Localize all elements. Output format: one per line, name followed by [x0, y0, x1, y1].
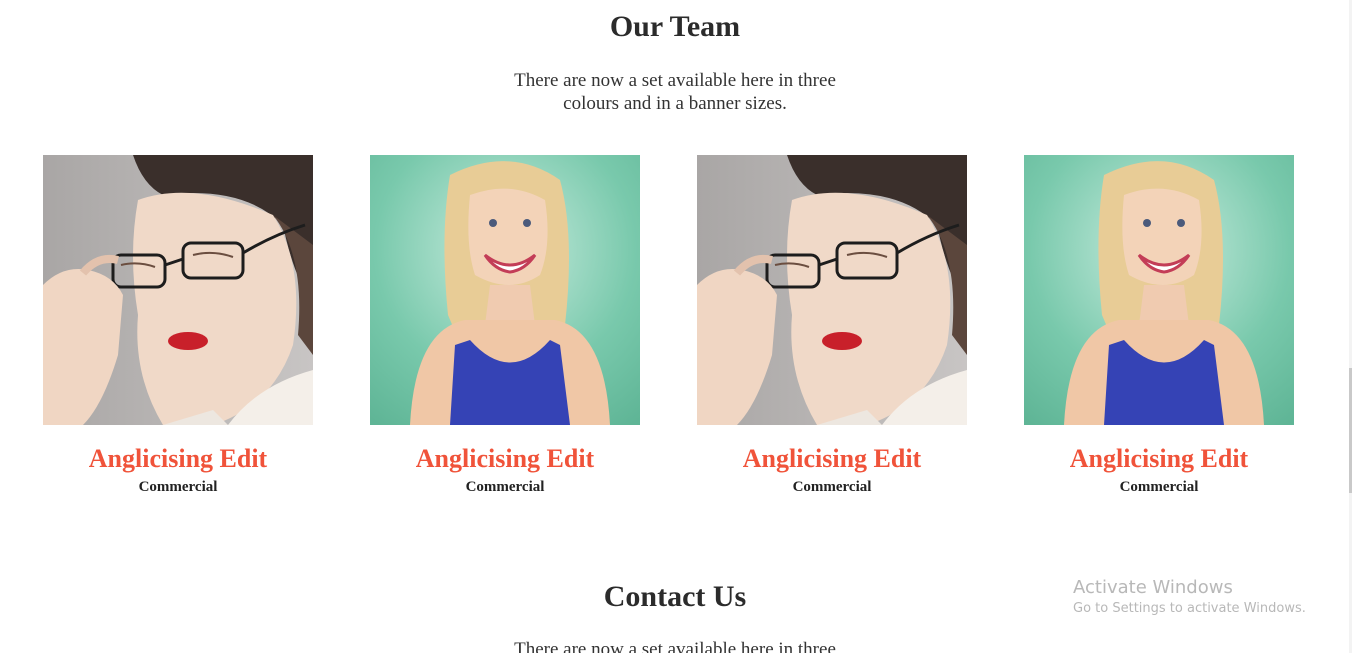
- team-member-role: Commercial: [465, 479, 545, 495]
- team-member-photo-blonde[interactable]: [1024, 155, 1294, 425]
- team-description-line-2: colours and in a banner sizes.: [563, 93, 787, 114]
- team-member-name[interactable]: Anglicising Edit: [370, 443, 640, 475]
- team-member-photo-brunette[interactable]: [43, 155, 313, 425]
- team-member-role: Commercial: [1119, 479, 1199, 495]
- team-member-photo-brunette[interactable]: [697, 155, 967, 425]
- team-member-card: Anglicising Edit Commercial: [370, 155, 640, 497]
- team-section-title: Our Team: [609, 10, 741, 43]
- contact-description-line-1: There are now a set available here in th…: [514, 639, 836, 653]
- team-member-name[interactable]: Anglicising Edit: [43, 443, 313, 475]
- team-member-card: Anglicising Edit Commercial: [43, 155, 313, 497]
- team-member-card: Anglicising Edit Commercial: [1024, 155, 1294, 497]
- contact-section-description: There are now a set available here in th…: [0, 638, 1350, 653]
- team-member-role: Commercial: [792, 479, 872, 495]
- watermark-title: Activate Windows: [1073, 577, 1233, 598]
- team-section-description: There are now a set available here in th…: [0, 69, 1350, 115]
- watermark-subtitle: Go to Settings to activate Windows.: [1073, 601, 1306, 616]
- team-member-name[interactable]: Anglicising Edit: [697, 443, 967, 475]
- team-member-photo-blonde[interactable]: [370, 155, 640, 425]
- team-member-role: Commercial: [138, 479, 218, 495]
- team-description-line-1: There are now a set available here in th…: [514, 70, 836, 91]
- team-member-name[interactable]: Anglicising Edit: [1024, 443, 1294, 475]
- team-member-card: Anglicising Edit Commercial: [697, 155, 967, 497]
- windows-activation-watermark: Activate Windows Go to Settings to activ…: [1073, 577, 1306, 619]
